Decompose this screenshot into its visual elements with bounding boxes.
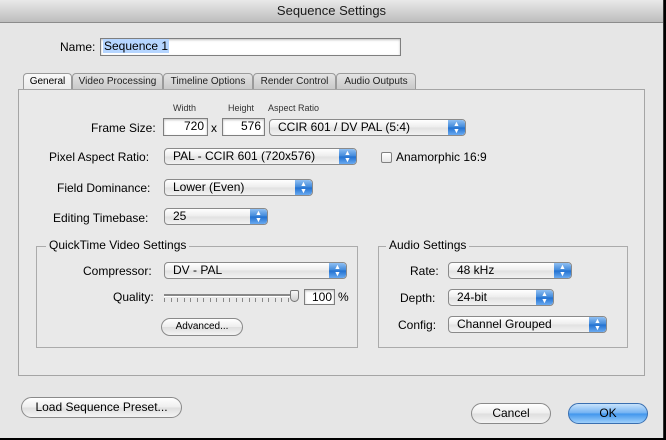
rate-select[interactable]: 48 kHz ▲ ▼ [448, 262, 572, 279]
popup-arrows-icon: ▲ ▼ [295, 180, 312, 195]
quality-slider-tick [287, 298, 289, 302]
quality-slider-tick [235, 298, 237, 302]
quality-slider[interactable] [161, 288, 299, 304]
editing-timebase-select[interactable]: 25 ▲ ▼ [164, 208, 268, 225]
quality-slider-tick [183, 298, 185, 302]
compressor-select[interactable]: DV - PAL ▲ ▼ [164, 262, 347, 279]
quality-label: Quality: [113, 290, 154, 304]
quality-slider-tick [248, 298, 250, 302]
quality-slider-tick [229, 298, 230, 302]
quality-slider-tick [177, 298, 178, 302]
quality-slider-tick [222, 298, 224, 302]
aspect-ratio-select[interactable]: CCIR 601 / DV PAL (5:4) ▲ ▼ [269, 119, 466, 136]
depth-label: Depth: [400, 291, 436, 305]
audio-settings-title: Audio Settings [386, 238, 470, 252]
quality-percent-unit: % [338, 290, 349, 304]
popup-arrows-icon: ▲ ▼ [536, 290, 553, 305]
width-column-label: Width [173, 103, 197, 113]
width-input[interactable]: 720 [163, 118, 208, 136]
rate-label: Rate: [410, 264, 439, 278]
tab-render-control[interactable]: Render Control [253, 73, 336, 89]
quality-slider-tick [242, 298, 243, 302]
tab-timeline-options[interactable]: Timeline Options [163, 73, 253, 89]
quality-slider-tick [255, 298, 256, 302]
popup-arrows-icon: ▲ ▼ [554, 263, 571, 278]
quality-slider-tick [203, 298, 204, 302]
popup-arrows-icon: ▲ ▼ [448, 120, 465, 135]
tab-audio-outputs[interactable]: Audio Outputs [336, 73, 416, 89]
quality-slider-tick [190, 298, 191, 302]
config-select[interactable]: Channel Grouped ▲ ▼ [448, 316, 607, 333]
name-field[interactable]: Sequence 1 [100, 38, 401, 56]
quality-slider-tick [268, 298, 269, 302]
quality-slider-track [164, 294, 296, 297]
pixel-aspect-ratio-select[interactable]: PAL - CCIR 601 (720x576) ▲ ▼ [164, 148, 357, 165]
quality-slider-tick [261, 298, 263, 302]
config-label: Config: [398, 318, 437, 332]
quicktime-settings-title: QuickTime Video Settings [46, 238, 190, 252]
tab-general[interactable]: General [23, 73, 72, 90]
field-dominance-select[interactable]: Lower (Even) ▲ ▼ [164, 179, 313, 196]
advanced-button[interactable]: Advanced... [161, 318, 243, 336]
height-input[interactable]: 576 [222, 118, 265, 136]
popup-arrows-icon: ▲ ▼ [339, 149, 356, 164]
quality-slider-tick [216, 298, 217, 302]
aspect-ratio-column-label: Aspect Ratio [268, 103, 320, 113]
cancel-button[interactable]: Cancel [471, 403, 551, 424]
quality-slider-thumb[interactable] [290, 290, 299, 302]
field-dominance-label: Field Dominance: [57, 181, 151, 195]
quality-slider-tick [196, 298, 198, 302]
quality-input[interactable]: 100 [304, 289, 335, 305]
quality-slider-tick [281, 298, 282, 302]
sequence-settings-window: Sequence Settings Name: Sequence 1 Gener… [0, 0, 664, 438]
quality-slider-tick [274, 298, 276, 302]
name-value: Sequence 1 [103, 39, 170, 53]
quality-slider-tick [164, 298, 165, 302]
anamorphic-label: Anamorphic 16:9 [396, 150, 487, 164]
times-sign: x [211, 121, 217, 135]
anamorphic-checkbox[interactable] [381, 152, 392, 163]
height-column-label: Height [228, 103, 255, 113]
tab-video-processing[interactable]: Video Processing [72, 73, 163, 89]
editing-timebase-label: Editing Timebase: [53, 211, 149, 225]
frame-size-label: Frame Size: [91, 121, 156, 135]
popup-arrows-icon: ▲ ▼ [329, 263, 346, 278]
compressor-label: Compressor: [83, 264, 152, 278]
quality-slider-tick [209, 298, 211, 302]
ok-button[interactable]: OK [568, 403, 648, 424]
load-sequence-preset-button[interactable]: Load Sequence Preset... [21, 397, 182, 418]
quality-slider-tick [170, 298, 172, 302]
depth-select[interactable]: 24-bit ▲ ▼ [448, 289, 554, 306]
popup-arrows-icon: ▲ ▼ [589, 317, 606, 332]
popup-arrows-icon: ▲ ▼ [250, 209, 267, 224]
name-label: Name: [60, 40, 96, 54]
window-title: Sequence Settings [0, 0, 663, 23]
pixel-aspect-ratio-label: Pixel Aspect Ratio: [49, 150, 150, 164]
